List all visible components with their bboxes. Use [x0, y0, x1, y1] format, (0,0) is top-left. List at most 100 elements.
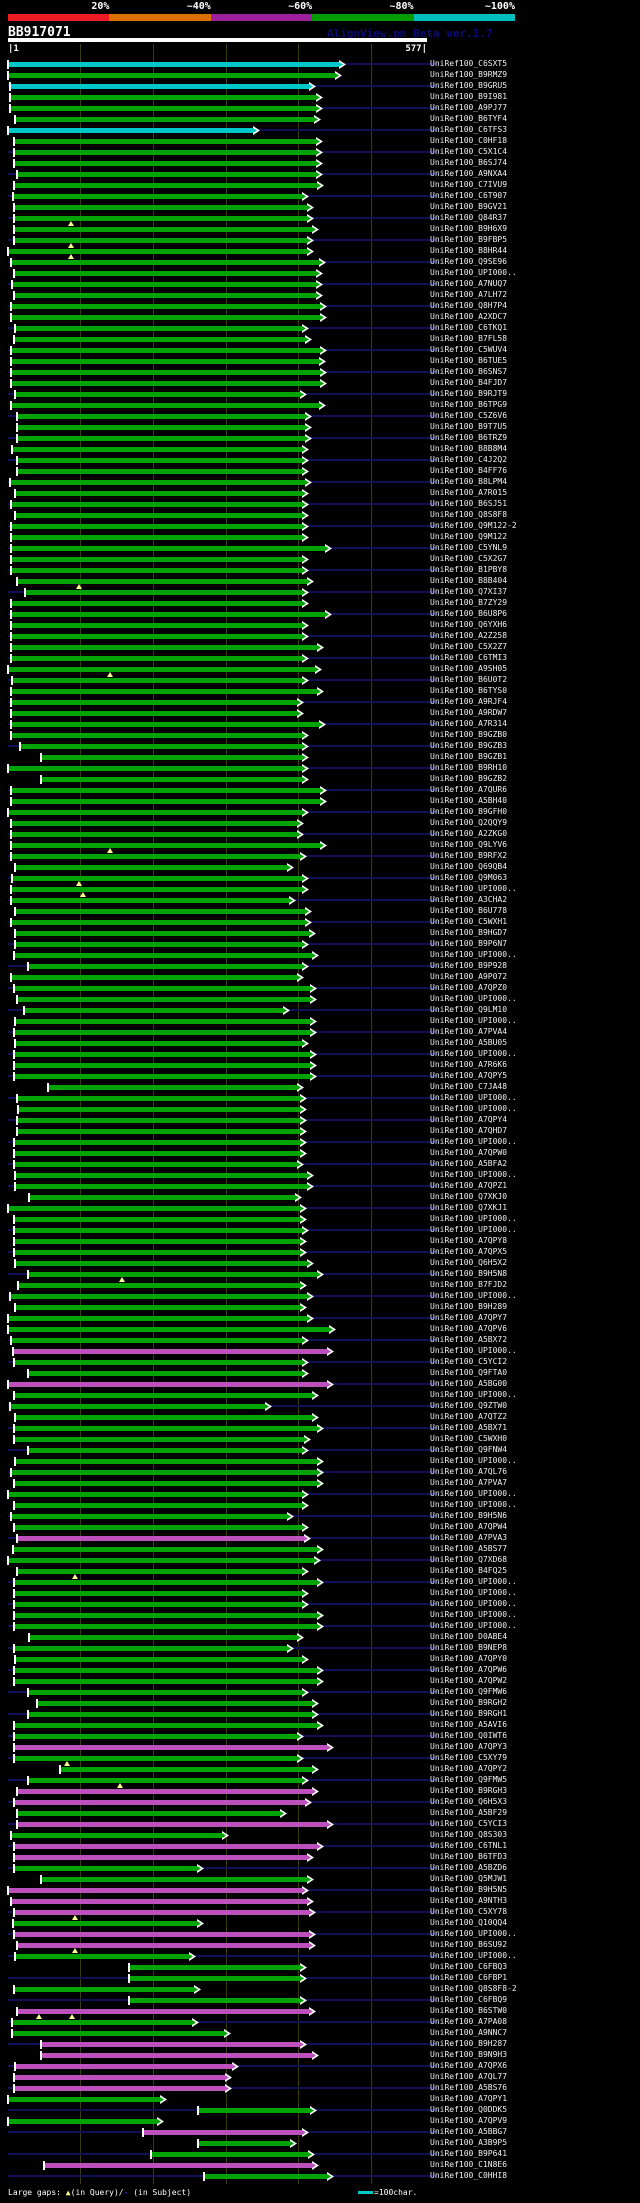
alignment-bar[interactable] [17, 1943, 310, 1948]
alignment-bar[interactable] [15, 1657, 303, 1662]
hit-label[interactable]: UniRef100_UPI000.. [430, 1346, 517, 1356]
alignment-bar[interactable] [14, 1844, 318, 1849]
hit-label[interactable]: UniRef100_B6TYS0 [430, 686, 507, 696]
hit-label[interactable]: UniRef100_B6U0T2 [430, 675, 507, 685]
hit-label[interactable]: UniRef100_C0HHI8 [430, 2171, 507, 2181]
hit-label[interactable]: UniRef100_UPI000.. [430, 1610, 517, 1620]
alignment-bar[interactable] [29, 1195, 296, 1200]
alignment-bar[interactable] [11, 711, 298, 716]
alignment-bar[interactable] [14, 1613, 318, 1618]
hit-label[interactable]: UniRef100_A7QHD7 [430, 1126, 507, 1136]
alignment-bar[interactable] [17, 1536, 305, 1541]
hit-label[interactable]: UniRef100_C5YCI3 [430, 1819, 507, 1829]
hit-label[interactable]: UniRef100_C5WXH0 [430, 1434, 507, 1444]
alignment-bar[interactable] [29, 1635, 298, 1640]
hit-label[interactable]: UniRef100_Q7XKJ0 [430, 1192, 507, 1202]
hit-label[interactable]: UniRef100_Q6H5X3 [430, 1797, 507, 1807]
alignment-bar[interactable] [28, 1371, 303, 1376]
alignment-bar[interactable] [41, 2053, 313, 2058]
hit-label[interactable]: UniRef100_A5BBG7 [430, 2127, 507, 2137]
hit-label[interactable]: UniRef100_B4FQ25 [430, 1566, 507, 1576]
hit-label[interactable]: UniRef100_A2XDC7 [430, 312, 507, 322]
hit-label[interactable]: UniRef100_Q8S8F8-2 [430, 1984, 517, 1994]
alignment-bar[interactable] [11, 733, 303, 738]
hit-label[interactable]: UniRef100_C4J2Q2 [430, 455, 507, 465]
hit-label[interactable]: UniRef100_A5BX71 [430, 1423, 507, 1433]
hit-label[interactable]: UniRef100_Q0DDK5 [430, 2105, 507, 2115]
alignment-bar[interactable] [18, 1283, 301, 1288]
hit-label[interactable]: UniRef100_Q5MJW1 [430, 1874, 507, 1884]
alignment-bar[interactable] [11, 1470, 318, 1475]
alignment-bar[interactable] [14, 1734, 298, 1739]
hit-label[interactable]: UniRef100_B9P641 [430, 2149, 507, 2159]
alignment-bar[interactable] [44, 2163, 313, 2168]
alignment-bar[interactable] [14, 1503, 303, 1508]
hit-label[interactable]: UniRef100_B8LPM4 [430, 477, 507, 487]
hit-label[interactable]: UniRef100_A7QL76 [430, 1467, 507, 1477]
hit-label[interactable]: UniRef100_A7QPZ0 [430, 983, 507, 993]
alignment-bar[interactable] [48, 1085, 298, 1090]
hit-label[interactable]: UniRef100_B9GZB3 [430, 741, 507, 751]
alignment-bar[interactable] [8, 249, 308, 254]
hit-label[interactable]: UniRef100_UPI000.. [430, 1093, 517, 1103]
hit-label[interactable]: UniRef100_B9GRU5 [430, 81, 507, 91]
alignment-bar[interactable] [14, 238, 308, 243]
alignment-bar[interactable] [11, 612, 326, 617]
alignment-bar[interactable] [198, 2141, 291, 2146]
hit-label[interactable]: UniRef100_UPI000.. [430, 1137, 517, 1147]
alignment-bar[interactable] [12, 2020, 193, 2025]
alignment-bar[interactable] [14, 1162, 298, 1167]
hit-label[interactable]: UniRef100_UPI000.. [430, 1390, 517, 1400]
alignment-bar[interactable] [198, 2108, 311, 2113]
hit-label[interactable]: UniRef100_A5BH40 [430, 796, 507, 806]
hit-label[interactable]: UniRef100_B8B8M4 [430, 444, 507, 454]
hit-label[interactable]: UniRef100_C5YCI2 [430, 1357, 507, 1367]
hit-label[interactable]: UniRef100_C5Z6V6 [430, 411, 507, 421]
hit-label[interactable]: UniRef100_B1PBY8 [430, 565, 507, 575]
alignment-bar[interactable] [11, 700, 298, 705]
hit-label[interactable]: UniRef100_UPI000.. [430, 1016, 517, 1026]
alignment-bar[interactable] [14, 986, 311, 991]
hit-label[interactable]: UniRef100_Q6YXH6 [430, 620, 507, 630]
alignment-bar[interactable] [17, 458, 303, 463]
alignment-bar[interactable] [12, 2031, 225, 2036]
hit-label[interactable]: UniRef100_Q9M122 [430, 532, 507, 542]
alignment-bar[interactable] [8, 1206, 301, 1211]
hit-label[interactable]: UniRef100_C5X2Z7 [430, 642, 507, 652]
hit-label[interactable]: UniRef100_Q9LM10 [430, 1005, 507, 1015]
hit-label[interactable]: UniRef100_C7IVU9 [430, 180, 507, 190]
alignment-bar[interactable] [11, 920, 306, 925]
hit-label[interactable]: UniRef100_A7QPX6 [430, 2061, 507, 2071]
alignment-bar[interactable] [11, 656, 303, 661]
hit-label[interactable]: UniRef100_UPI000.. [430, 1214, 517, 1224]
alignment-bar[interactable] [28, 964, 303, 969]
alignment-bar[interactable] [11, 821, 298, 826]
alignment-bar[interactable] [28, 1448, 303, 1453]
alignment-bar[interactable] [24, 1008, 284, 1013]
hit-label[interactable]: UniRef100_A3CHA2 [430, 895, 507, 905]
hit-label[interactable]: UniRef100_B8HR44 [430, 246, 507, 256]
hit-label[interactable]: UniRef100_A7QPY7 [430, 1313, 507, 1323]
hit-label[interactable]: UniRef100_B6TPG9 [430, 400, 507, 410]
hit-label[interactable]: UniRef100_Q8S8F8 [430, 510, 507, 520]
hit-label[interactable]: UniRef100_Q2QQY9 [430, 818, 507, 828]
alignment-bar[interactable] [8, 1888, 303, 1893]
hit-label[interactable]: UniRef100_A7QPX5 [430, 1247, 507, 1257]
hit-label[interactable]: UniRef100_A9NNC7 [430, 2028, 507, 2038]
hit-label[interactable]: UniRef100_Q7XKJ1 [430, 1203, 507, 1213]
hit-label[interactable]: UniRef100_A7QPV9 [430, 2116, 507, 2126]
hit-label[interactable]: UniRef100_A5BZD6 [430, 1863, 507, 1873]
alignment-bar[interactable] [17, 436, 306, 441]
hit-label[interactable]: UniRef100_B6TFD3 [430, 1852, 507, 1862]
alignment-bar[interactable] [15, 326, 303, 331]
hit-label[interactable]: UniRef100_B9RFX2 [430, 851, 507, 861]
alignment-bar[interactable] [14, 1668, 318, 1673]
alignment-bar[interactable] [11, 601, 303, 606]
alignment-bar[interactable] [12, 876, 303, 881]
alignment-bar[interactable] [14, 1580, 318, 1585]
alignment-bar[interactable] [17, 1118, 301, 1123]
alignment-bar[interactable] [10, 1404, 266, 1409]
alignment-bar[interactable] [10, 95, 317, 100]
hit-label[interactable]: UniRef100_B7FL58 [430, 334, 507, 344]
alignment-bar[interactable] [17, 1789, 313, 1794]
